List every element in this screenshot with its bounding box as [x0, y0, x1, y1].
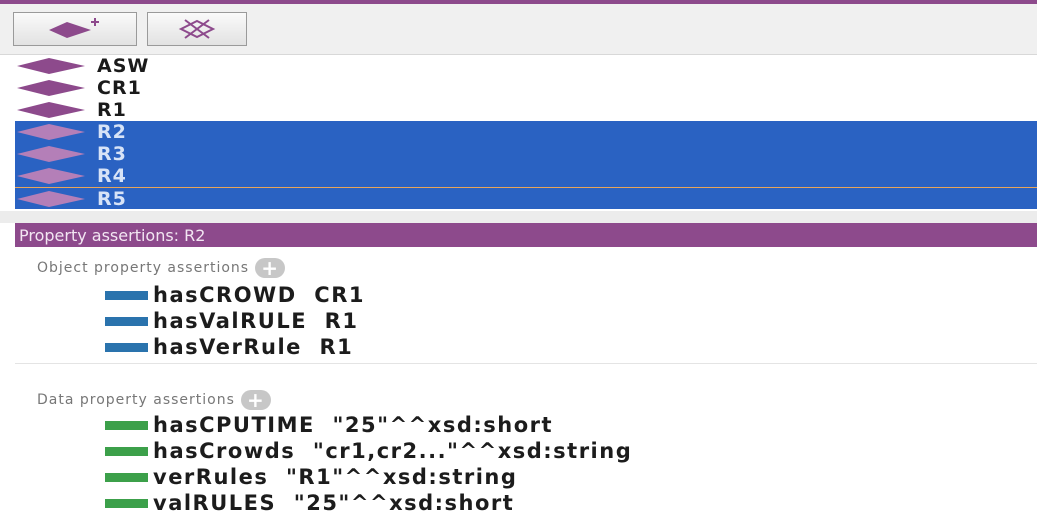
assertion-value: "R1"^^xsd:string	[285, 465, 518, 489]
individual-diamond-icon	[17, 124, 85, 140]
individual-diamond-icon	[17, 146, 85, 162]
add-individual-button[interactable]	[13, 12, 137, 46]
object-property-assertion-row[interactable]: hasValRULE R1	[105, 308, 358, 334]
individual-diamond-icon	[17, 58, 85, 74]
add-individual-icon	[49, 18, 99, 38]
individual-diamond-icon	[17, 80, 85, 96]
individual-label: R3	[97, 143, 127, 165]
object-property-section: Object property assertions +	[37, 256, 286, 280]
data-property-icon	[105, 472, 148, 482]
individual-item-r5[interactable]: R5	[15, 187, 1037, 210]
assertion-value: "cr1,cr2..."^^xsd:string	[312, 439, 633, 463]
assertion-property: hasCrowds	[153, 439, 296, 463]
data-property-assertion-row[interactable]: hasCPUTIME "25"^^xsd:short	[105, 412, 553, 438]
object-property-icon	[105, 316, 148, 326]
data-property-icon	[105, 420, 148, 430]
property-assertions-header: Property assertions: R2	[15, 223, 1037, 247]
panel-separator[interactable]	[0, 211, 1037, 223]
data-property-section: Data property assertions +	[37, 390, 271, 410]
object-property-icon	[105, 342, 148, 352]
object-property-assertion-row[interactable]: hasCROWD CR1	[105, 282, 365, 308]
individual-diamond-icon	[17, 168, 85, 184]
assertion-property: hasCPUTIME	[153, 413, 315, 437]
add-data-property-button[interactable]: +	[240, 388, 271, 412]
individual-item-r4[interactable]: R4	[15, 165, 1037, 187]
individuals-list: ASW CR1 R1 R2 R3 R4 R5	[15, 55, 1037, 211]
assertion-property: hasValRULE	[153, 309, 308, 333]
assertion-property: verRules	[153, 465, 269, 489]
individual-diamond-icon	[17, 190, 85, 207]
individual-label: R2	[97, 121, 127, 143]
assertion-property: hasCROWD	[153, 283, 297, 307]
individual-item-r3[interactable]: R3	[15, 143, 1037, 165]
data-property-assertion-row[interactable]: verRules "R1"^^xsd:string	[105, 464, 517, 490]
section-divider	[15, 363, 1037, 364]
individual-item-cr1[interactable]: CR1	[15, 77, 1037, 99]
individuals-toolbar	[0, 4, 1037, 55]
delete-individual-button[interactable]	[147, 12, 247, 46]
assertion-value: "25"^^xsd:short	[332, 413, 554, 437]
individual-label: R4	[97, 165, 127, 187]
assertion-property: hasVerRule	[153, 335, 302, 359]
plus-icon: +	[247, 388, 265, 412]
object-property-section-title: Object property assertions	[37, 260, 250, 276]
data-property-section-title: Data property assertions	[37, 392, 235, 408]
property-assertions-panel: Object property assertions + hasCROWD CR…	[15, 250, 1037, 521]
individual-label: CR1	[97, 77, 142, 99]
individual-label: R5	[97, 187, 127, 210]
delete-individual-icon	[178, 19, 216, 39]
individual-item-r2[interactable]: R2	[15, 121, 1037, 143]
assertion-value: R1	[324, 309, 359, 333]
object-property-assertion-row[interactable]: hasVerRule R1	[105, 334, 353, 360]
data-property-assertion-row[interactable]: hasCrowds "cr1,cr2..."^^xsd:string	[105, 438, 632, 464]
assertion-value: R1	[319, 335, 354, 359]
individual-item-r1[interactable]: R1	[15, 99, 1037, 121]
add-object-property-button[interactable]: +	[255, 256, 286, 280]
assertion-value: CR1	[314, 283, 365, 307]
data-property-assertion-row[interactable]: valRULES "25"^^xsd:short	[105, 490, 514, 516]
assertion-value: "25"^^xsd:short	[293, 491, 515, 515]
assertion-property: valRULES	[153, 491, 277, 515]
data-property-icon	[105, 498, 148, 508]
individual-label: ASW	[97, 55, 150, 77]
individual-diamond-icon	[17, 102, 85, 118]
data-property-icon	[105, 446, 148, 456]
individual-item-asw[interactable]: ASW	[15, 55, 1037, 77]
individual-label: R1	[97, 99, 127, 121]
object-property-icon	[105, 290, 148, 300]
plus-icon: +	[261, 256, 279, 280]
